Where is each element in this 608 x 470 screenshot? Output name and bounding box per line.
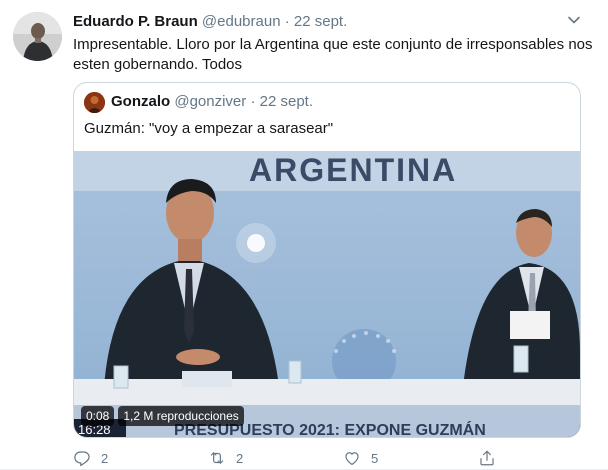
profile-photo-icon [84, 92, 105, 113]
video-duration: 0:08 [81, 406, 115, 426]
share-icon [480, 450, 494, 466]
reply-button[interactable]: 2 [73, 448, 108, 468]
banner-top-text: ARGENTINA [249, 152, 457, 188]
video-frame: ARGENTINA PRESUPUESTO 2021: EXPONE GUZMÁ… [74, 151, 580, 437]
like-button[interactable]: 5 [343, 448, 378, 468]
like-count: 5 [371, 450, 379, 466]
video-views: 1,2 M reproducciones [118, 406, 244, 426]
tweet-time[interactable]: 22 sept. [294, 13, 347, 30]
quoted-author-name: Gonzalo [111, 93, 171, 110]
separator-dot: · [250, 93, 256, 110]
reply-icon [74, 451, 90, 467]
tweet[interactable]: Eduardo P. Braun @edubraun · 22 sept. Im… [0, 0, 608, 470]
quoted-author-avatar[interactable] [84, 92, 105, 113]
author-name[interactable]: Eduardo P. Braun [73, 13, 198, 30]
quoted-tweet-text: Guzmán: "voy a empezar a sarasear" [84, 120, 334, 137]
tweet-actions: 2 2 5 [73, 448, 503, 468]
retweet-button[interactable]: 2 [208, 448, 243, 468]
author-avatar[interactable] [13, 12, 62, 61]
tweet-header: Eduardo P. Braun @edubraun · 22 sept. [73, 13, 568, 33]
retweet-icon [210, 452, 224, 464]
retweet-count: 2 [236, 450, 244, 466]
profile-photo-icon [13, 12, 62, 61]
author-handle[interactable]: @edubraun [202, 13, 281, 30]
tweet-text: Impresentable. Lloro por la Argentina qu… [73, 36, 593, 73]
reply-count: 2 [101, 450, 109, 466]
separator-dot: · [284, 13, 290, 30]
quoted-tweet-time: 22 sept. [259, 93, 313, 110]
chevron-down-icon[interactable] [566, 12, 582, 28]
video-badges: 0:08 1,2 M reproducciones [81, 406, 244, 426]
quoted-tweet[interactable]: Gonzalo @gonziver · 22 sept. Guzmán: "vo… [73, 82, 581, 438]
quoted-author-handle: @gonziver [174, 93, 247, 110]
video-player[interactable]: ARGENTINA PRESUPUESTO 2021: EXPONE GUZMÁ… [74, 151, 580, 437]
quoted-tweet-header: Gonzalo @gonziver · 22 sept. [111, 93, 313, 110]
share-button[interactable] [478, 448, 496, 468]
like-icon [345, 452, 359, 465]
